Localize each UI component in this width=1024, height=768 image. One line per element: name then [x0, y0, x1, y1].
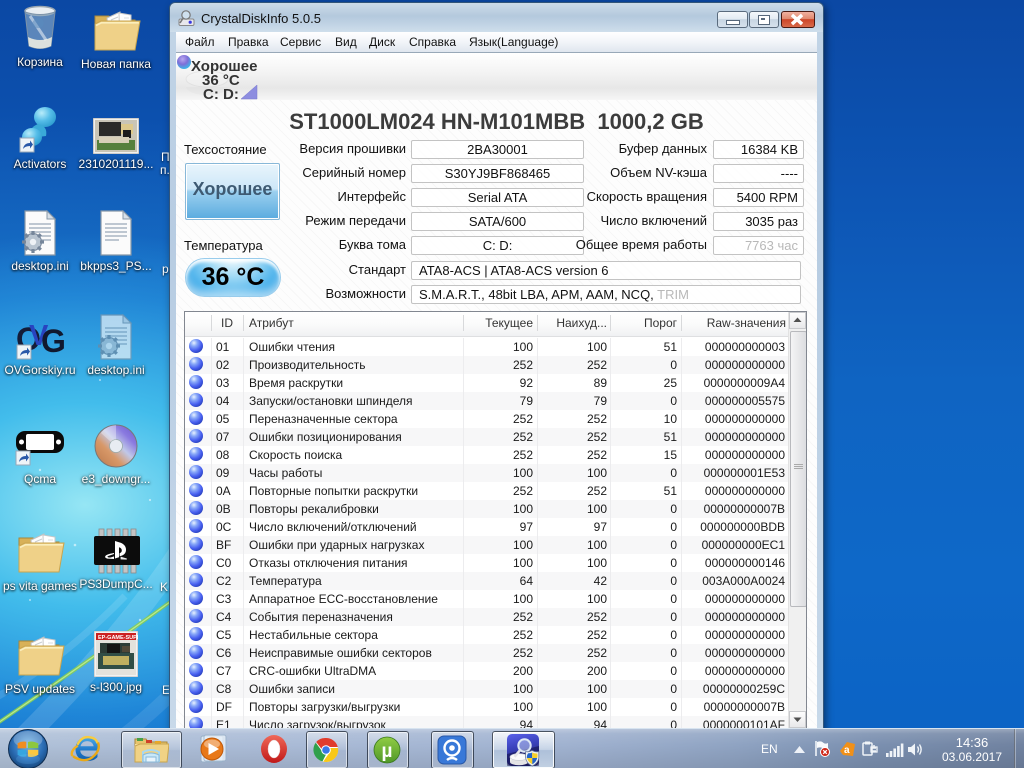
svg-text:G: G	[41, 323, 64, 359]
svg-text:µ: µ	[382, 741, 393, 762]
svg-text:a: a	[844, 745, 850, 756]
